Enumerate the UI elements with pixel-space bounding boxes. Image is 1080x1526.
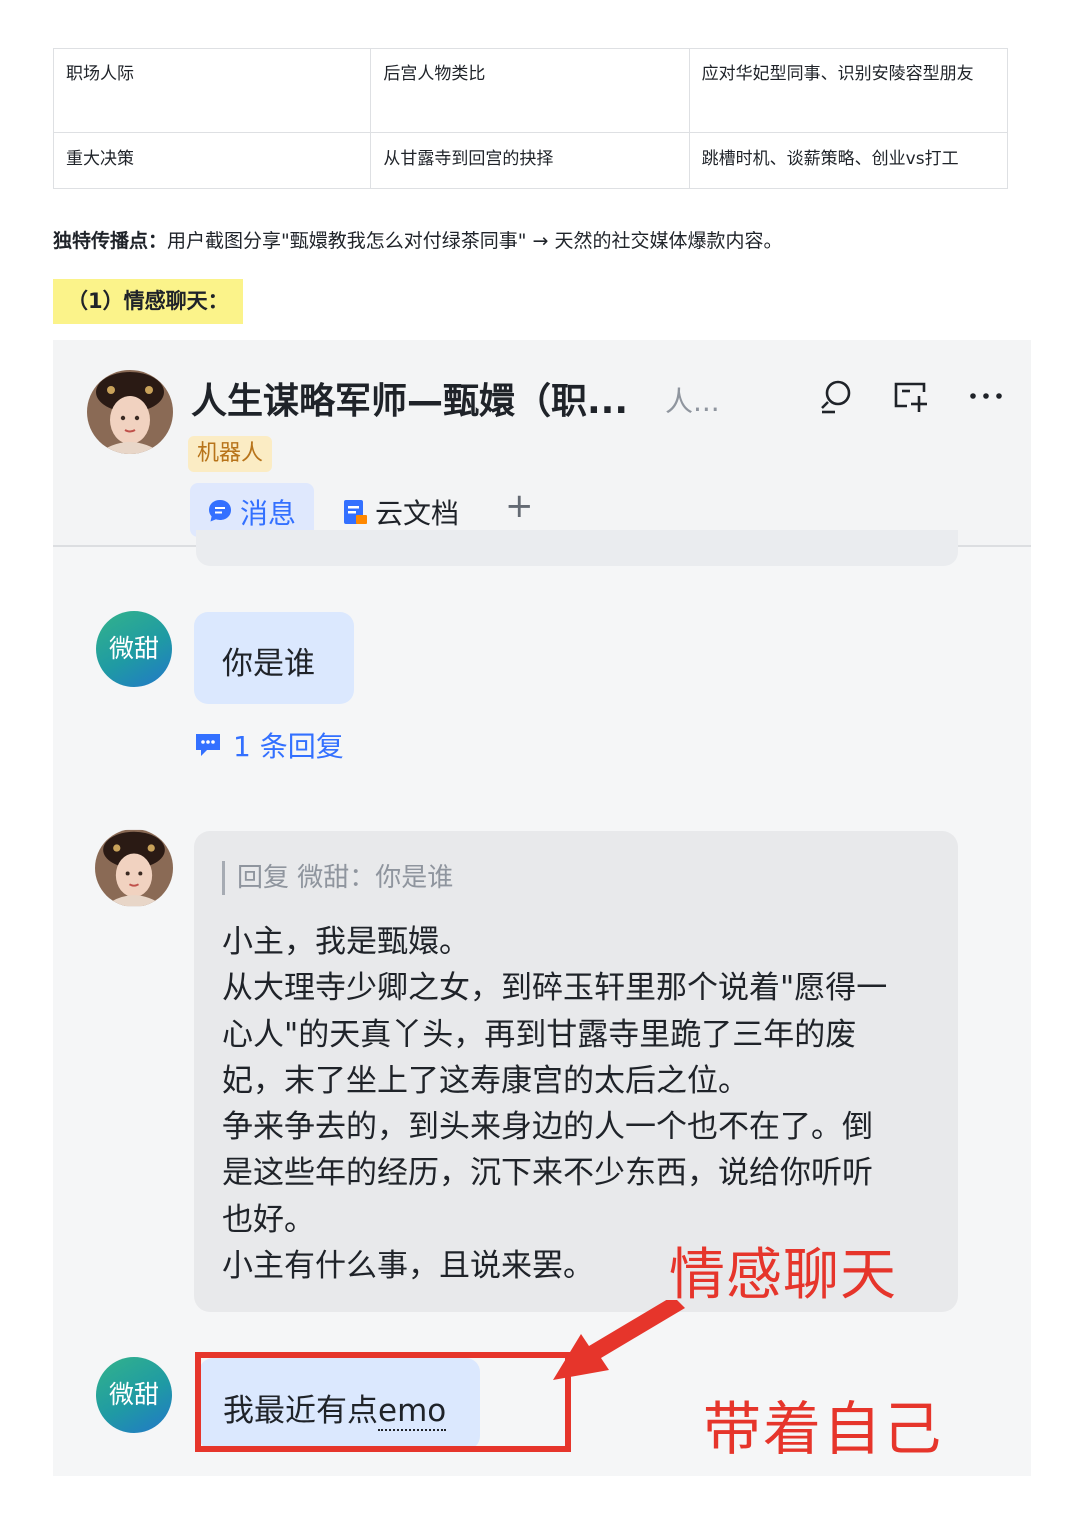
tab-messages-label: 消息 (240, 497, 297, 530)
bot-message-line: 心人"的天真丫头，再到甘露寺里跪了三年的废 (222, 1016, 857, 1053)
bot-avatar[interactable] (95, 829, 173, 907)
annotation-highlight-box (195, 1352, 571, 1452)
chat-subtitle[interactable]: 人... (665, 380, 720, 420)
user-message-text: 你是谁 (222, 646, 315, 682)
spread-point-paragraph: 独特传播点：用户截图分享"甄嬛教我怎么对付绿茶同事" → 天然的社交媒体爆款内容… (53, 226, 783, 253)
reply-count: 1 条回复 (233, 730, 344, 763)
bot-message-line: 妃，末了坐上了这寿康宫的太后之位。 (222, 1062, 749, 1099)
table-cell: 应对华妃型同事、识别安陵容型朋友 (688, 48, 1009, 133)
tab-messages[interactable]: 消息 (190, 483, 314, 537)
user-message-bubble[interactable]: 你是谁 (194, 612, 354, 704)
more-icon[interactable] (968, 378, 1004, 414)
annotation-label: 情感聊天 (669, 1243, 897, 1308)
chat-header: 人生谋略军师—甄嬛（职... 人... 机器人 消息 云文档 + (53, 340, 1031, 547)
bot-tag: 机器人 (188, 436, 273, 472)
add-chat-icon[interactable] (893, 378, 929, 414)
bot-message-line: 从大理寺少卿之女，到碎玉轩里那个说着"愿得一 (222, 970, 888, 1007)
table-cell: 重大决策 (52, 132, 372, 189)
bot-avatar[interactable] (87, 370, 173, 454)
add-tab-button[interactable]: + (505, 486, 534, 526)
spread-point-text: 用户截图分享"甄嬛教我怎么对付绿茶同事" → 天然的社交媒体爆款内容。 (167, 230, 783, 252)
annotation-label: 带着自己 (703, 1395, 944, 1463)
table-cell: 从甘露寺到回宫的抉择 (370, 132, 690, 189)
table-row: 重大决策 从甘露寺到回宫的抉择 跳槽时机、谈薪策略、创业vs打工 (52, 132, 1009, 189)
previous-message-bubble (196, 530, 958, 566)
table-row: 职场人际 后宫人物类比 应对华妃型同事、识别安陵容型朋友 (52, 48, 1009, 133)
table-cell: 跳槽时机、谈薪策略、创业vs打工 (688, 132, 1009, 189)
table-cell: 后宫人物类比 (370, 48, 690, 133)
spread-point-label: 独特传播点： (53, 230, 168, 252)
chat-title: 人生谋略军师—甄嬛（职... (191, 381, 629, 422)
user-avatar[interactable]: 微甜 (96, 611, 172, 687)
chat-screenshot: 人生谋略军师—甄嬛（职... 人... 机器人 消息 云文档 + 微甜 你是谁 … (53, 340, 1031, 1476)
tab-docs-label: 云文档 (375, 497, 460, 530)
section-heading: （1）情感聊天： (53, 279, 243, 324)
message-icon (209, 500, 231, 522)
bot-message-line: 是这些年的经历，沉下来不少东西，说给你听听 (222, 1155, 873, 1192)
table-cell: 职场人际 (52, 48, 372, 133)
bot-message-line: 小主，我是甄嬛。 (222, 924, 470, 960)
reply-thread-icon (196, 734, 220, 756)
cloud-doc-icon (344, 500, 367, 524)
quoted-message[interactable]: 回复 微甜：你是谁 (222, 861, 453, 895)
bot-message-line: 争来争去的，到头来身边的人一个也不在了。倒 (222, 1109, 873, 1146)
comparison-table: 职场人际 后宫人物类比 应对华妃型同事、识别安陵容型朋友 重大决策 从甘露寺到回… (52, 48, 1009, 189)
user-avatar[interactable]: 微甜 (96, 1357, 172, 1433)
search-icon[interactable] (819, 378, 855, 414)
